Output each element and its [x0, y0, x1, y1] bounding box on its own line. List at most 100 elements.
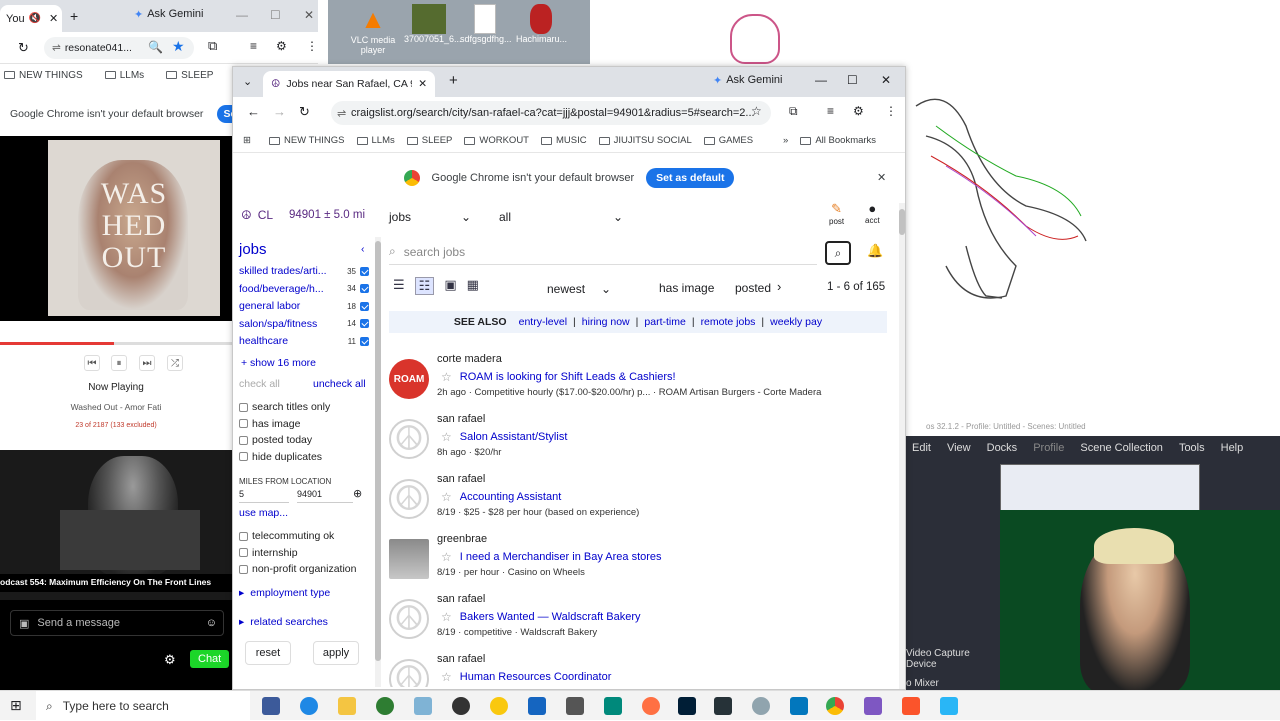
check-all-link[interactable]: check all: [239, 378, 280, 390]
category-checkbox[interactable]: [360, 319, 369, 328]
all-bookmarks[interactable]: All Bookmarks: [800, 135, 876, 146]
filter-checkbox[interactable]: [239, 419, 248, 428]
filter-option[interactable]: telecommuting ok: [239, 530, 334, 542]
reload-icon[interactable]: ↻: [18, 40, 29, 56]
obs-menu-item[interactable]: Edit: [912, 442, 931, 454]
bookmark-item[interactable]: SLEEP: [406, 135, 452, 146]
category-checkbox[interactable]: [360, 301, 369, 311]
filter-checkbox[interactable]: [239, 564, 248, 574]
see-also-link[interactable]: remote jobs: [701, 316, 756, 328]
category-checkbox[interactable]: [360, 336, 369, 346]
bookmark-item[interactable]: LLMs: [356, 135, 395, 146]
extensions-icon[interactable]: ⧉: [208, 38, 217, 54]
left-tab-1[interactable]: You 🔇 ✕: [0, 5, 62, 32]
reset-button[interactable]: reset: [245, 641, 291, 665]
miles-input[interactable]: 5: [239, 489, 289, 503]
obs-icon[interactable]: [452, 697, 470, 715]
more-bookmarks-icon[interactable]: »: [783, 135, 788, 146]
listing-title[interactable]: Bakers Wanted — Waldscraft Bakery: [460, 611, 641, 623]
left-bookmark-item[interactable]: NEW THINGS: [4, 70, 83, 81]
favorite-star-icon[interactable]: ☆: [441, 370, 452, 384]
app-icon[interactable]: [790, 697, 808, 715]
maximize-icon[interactable]: ☐: [270, 8, 281, 22]
category-checkbox[interactable]: [360, 284, 369, 293]
category-item[interactable]: food/beverage/h... 34: [239, 283, 369, 295]
bookmark-star-icon[interactable]: ☆: [751, 104, 762, 118]
category-item[interactable]: general labor 18: [239, 300, 369, 312]
collapse-icon[interactable]: ‹: [361, 243, 365, 255]
chat-button[interactable]: Chat: [190, 650, 230, 668]
filter-option[interactable]: search titles only: [239, 401, 330, 413]
use-map-link[interactable]: use map...: [239, 507, 288, 519]
minimize-icon[interactable]: —: [815, 73, 827, 87]
pause-icon[interactable]: ⏸: [111, 355, 127, 371]
listing-title[interactable]: I need a Merchandiser in Bay Area stores: [460, 551, 662, 563]
uncheck-all-link[interactable]: uncheck all: [313, 378, 366, 390]
apply-button[interactable]: apply: [313, 641, 359, 665]
posted-toggle[interactable]: posted: [735, 281, 771, 295]
url-box[interactable]: ⇌ craigslist.org/search/city/san-rafael-…: [331, 101, 771, 125]
obs-menu-item[interactable]: Scene Collection: [1080, 442, 1163, 454]
subcategory-select[interactable]: all ⌄: [491, 205, 631, 229]
brave-icon[interactable]: [902, 697, 920, 715]
mute-icon[interactable]: 🔇: [29, 13, 41, 24]
see-also-link[interactable]: weekly pay: [770, 316, 822, 328]
desktop-icon[interactable]: sdfgsgdfhg...: [460, 4, 512, 58]
filter-checkbox[interactable]: [239, 402, 248, 412]
category-item[interactable]: skilled trades/arti... 35: [239, 265, 369, 277]
previous-icon[interactable]: ⏮: [84, 355, 100, 371]
minimize-icon[interactable]: —: [236, 8, 248, 22]
podcast-stream[interactable]: odcast 554: Maximum Efficiency On The Fr…: [0, 450, 232, 600]
page-scroll-thumb[interactable]: [899, 209, 905, 235]
video-player[interactable]: WAS HED OUT: [0, 136, 232, 321]
category-select[interactable]: jobs ⌄: [381, 205, 479, 229]
app-icon[interactable]: [376, 697, 394, 715]
search-field[interactable]: ⌕ search jobs: [389, 239, 817, 265]
tab-list-icon[interactable]: ⌄: [243, 75, 252, 88]
gemini-button[interactable]: ✦ Ask Gemini: [713, 74, 782, 87]
window-close-icon[interactable]: ✕: [881, 73, 891, 87]
employment-type-toggle[interactable]: ▸ employment type: [239, 587, 330, 599]
see-also-link[interactable]: hiring now: [582, 316, 630, 328]
search-button[interactable]: ⌕: [825, 241, 851, 265]
maximize-icon[interactable]: ☐: [847, 73, 858, 87]
obs-menu-item[interactable]: Profile: [1033, 442, 1064, 454]
filter-checkbox[interactable]: [239, 548, 248, 557]
left-bookmark-item[interactable]: LLMs: [104, 70, 144, 81]
app-icon[interactable]: [490, 697, 508, 715]
category-checkbox[interactable]: [360, 266, 369, 276]
obs-menu-item[interactable]: Docks: [987, 442, 1018, 454]
emoji-icon[interactable]: ☺: [206, 617, 217, 629]
favorite-star-icon[interactable]: ☆: [441, 670, 452, 684]
filter-option[interactable]: internship: [239, 547, 298, 559]
document-icon[interactable]: [528, 697, 546, 715]
listing-title[interactable]: Salon Assistant/Stylist: [460, 431, 568, 443]
post-button[interactable]: ✎ post: [829, 201, 844, 226]
back-icon[interactable]: ←: [247, 104, 260, 119]
category-item[interactable]: salon/spa/fitness 14: [239, 318, 369, 330]
bell-icon[interactable]: 🔔: [867, 243, 883, 259]
app-icon[interactable]: [940, 697, 958, 715]
sidebar-scroll-thumb[interactable]: [375, 241, 381, 661]
left-bookmark-item[interactable]: SLEEP: [166, 70, 213, 81]
listing-thumbnail[interactable]: [389, 539, 429, 579]
favorite-star-icon[interactable]: ☆: [441, 610, 452, 624]
next-icon[interactable]: ⏭: [139, 355, 155, 371]
map-view-icon[interactable]: ▦: [467, 277, 479, 295]
filter-checkbox[interactable]: [239, 452, 248, 461]
window-close-icon[interactable]: ✕: [304, 8, 314, 22]
gallery-view-icon[interactable]: ▣: [444, 277, 456, 295]
menu-icon[interactable]: ⋮: [885, 104, 897, 118]
edge-icon[interactable]: [300, 697, 318, 715]
see-also-link[interactable]: part-time: [644, 316, 685, 328]
desktop-icon[interactable]: 37007051_6...: [404, 4, 462, 58]
zoom-icon[interactable]: 🔍: [148, 40, 163, 54]
listing-title[interactable]: Human Resources Coordinator: [460, 671, 612, 683]
new-tab-icon[interactable]: +: [70, 8, 78, 24]
show-more-link[interactable]: + show 16 more: [241, 357, 316, 369]
has-image-toggle[interactable]: has image: [659, 281, 714, 295]
apps-icon[interactable]: ⊞: [243, 135, 251, 146]
bookmark-item[interactable]: WORKOUT: [464, 135, 529, 146]
listing-thumbnail[interactable]: ROAM: [389, 359, 429, 399]
settings-icon[interactable]: ⚙: [164, 652, 176, 668]
